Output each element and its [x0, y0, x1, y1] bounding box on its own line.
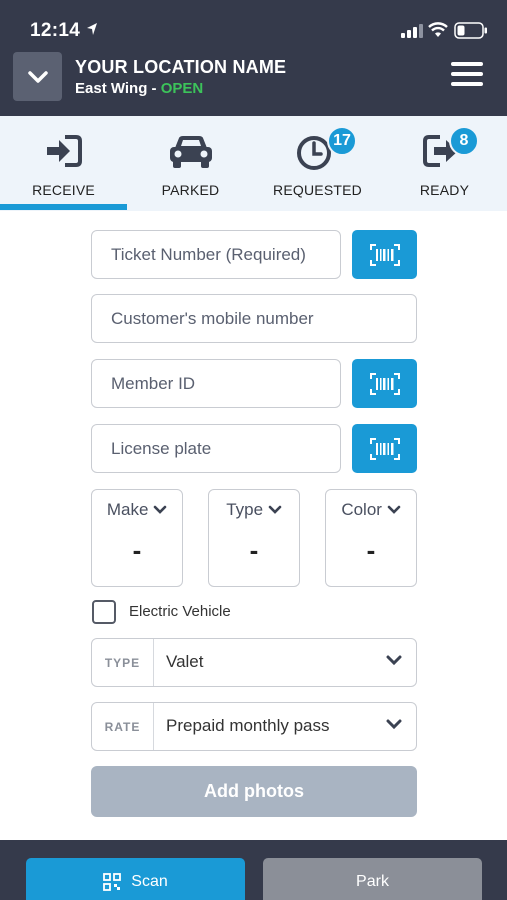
menu-line	[451, 72, 483, 76]
rate-dropdown[interactable]: RATE Prepaid monthly pass	[91, 702, 417, 751]
cellular-signal-icon	[401, 24, 423, 38]
rate-value: Prepaid monthly pass	[166, 716, 330, 735]
scan-member-button[interactable]	[352, 359, 417, 408]
make-label: Make	[92, 500, 182, 520]
color-selector[interactable]: Color -	[325, 489, 417, 587]
add-photos-button[interactable]: Add photos	[91, 766, 417, 817]
color-value: -	[366, 535, 376, 565]
service-type-dropdown[interactable]: TYPE Valet	[91, 638, 417, 687]
tab-receive[interactable]: RECEIVE	[0, 116, 127, 211]
sign-in-icon	[46, 135, 82, 167]
mobile-number-input[interactable]: Customer's mobile number	[91, 294, 417, 343]
chevron-down-icon	[386, 655, 402, 666]
color-label: Color	[326, 500, 416, 520]
electric-vehicle-label: Electric Vehicle	[129, 603, 231, 620]
app-header: 12:14 YOUR LOCATION NAME East Wing - OPE…	[0, 0, 507, 116]
scan-button[interactable]: Scan	[26, 858, 245, 900]
scan-ticket-button[interactable]	[352, 230, 417, 279]
tab-label: PARKED	[161, 182, 220, 198]
location-arrow-icon	[87, 23, 97, 35]
chevron-down-icon	[27, 70, 48, 83]
barcode-scan-icon	[369, 243, 400, 266]
active-tab-indicator	[0, 204, 127, 210]
type-label-text: Type	[226, 500, 264, 519]
scan-plate-button[interactable]	[352, 424, 417, 473]
chevron-down-icon	[386, 719, 402, 730]
rate-prefix: RATE	[92, 703, 154, 750]
hamburger-menu-button[interactable]	[451, 62, 483, 90]
tab-label: REQUESTED	[273, 182, 362, 198]
service-type-value: Valet	[166, 652, 204, 671]
car-icon	[169, 136, 212, 168]
make-value: -	[132, 535, 142, 565]
barcode-scan-icon	[369, 437, 400, 460]
wifi-icon	[428, 22, 448, 37]
tab-label: RECEIVE	[32, 182, 95, 198]
tab-ready[interactable]: 8 READY	[381, 116, 507, 211]
location-area: East Wing -	[75, 80, 161, 97]
chevron-down-icon	[387, 505, 400, 514]
electric-vehicle-checkbox[interactable]	[92, 600, 116, 624]
member-id-input[interactable]: Member ID	[91, 359, 341, 408]
tab-bar: RECEIVE PARKED 17 REQUESTED 8 READY	[0, 116, 507, 211]
location-dropdown-button[interactable]	[13, 52, 62, 101]
menu-line	[451, 62, 483, 66]
qr-code-icon	[103, 873, 122, 891]
park-button[interactable]: Park	[263, 858, 482, 900]
ready-count-badge: 8	[449, 126, 479, 156]
make-label-text: Make	[106, 500, 149, 519]
chevron-down-icon	[268, 505, 282, 514]
license-plate-input[interactable]: License plate	[91, 424, 341, 473]
clock-time: 12:14	[30, 20, 81, 41]
barcode-scan-icon	[369, 372, 400, 395]
location-name: YOUR LOCATION NAME	[75, 57, 287, 77]
chevron-down-icon	[153, 505, 167, 514]
type-value: -	[249, 535, 259, 565]
battery-icon	[454, 22, 487, 39]
type-label: Type	[209, 500, 299, 520]
type-selector[interactable]: Type -	[208, 489, 300, 587]
location-subtitle: East Wing - OPEN	[75, 80, 203, 97]
color-label-text: Color	[341, 500, 382, 519]
status-bar: 12:14	[0, 0, 507, 44]
menu-line	[451, 82, 483, 86]
tab-label: READY	[419, 182, 470, 198]
open-status: OPEN	[160, 80, 204, 97]
park-label: Park	[356, 873, 389, 890]
tab-requested[interactable]: 17 REQUESTED	[254, 116, 381, 211]
service-type-prefix: TYPE	[92, 639, 154, 686]
make-selector[interactable]: Make -	[91, 489, 183, 587]
scan-label: Scan	[131, 873, 168, 890]
tab-parked[interactable]: PARKED	[127, 116, 254, 211]
requested-count-badge: 17	[327, 126, 357, 156]
ticket-number-input[interactable]: Ticket Number (Required)	[91, 230, 341, 279]
